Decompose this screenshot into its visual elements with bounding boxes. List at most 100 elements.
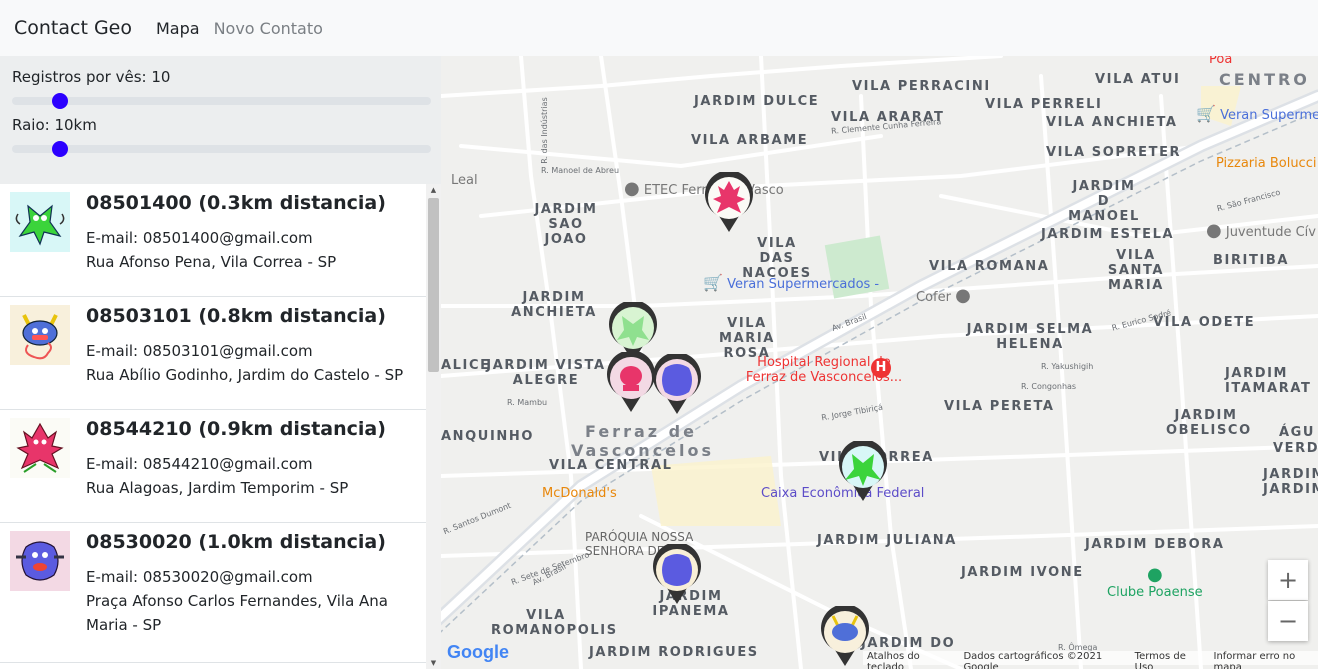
nav-link-mapa[interactable]: Mapa: [156, 19, 200, 38]
district-label: JARDIM IVONE: [961, 565, 1084, 580]
contact-email: E-mail: 08544210@gmail.com: [86, 455, 313, 473]
contact-title: 08530020 (1.0km distancia): [86, 531, 386, 553]
poi-label: Veran Supermercados -: [727, 277, 880, 292]
list-item[interactable]: 08501400 (0.3km distancia) E-mail: 08501…: [0, 184, 426, 297]
scroll-up-arrow-icon[interactable]: ▲: [426, 184, 441, 196]
slider-track: [12, 97, 431, 105]
map-attribution-bar: Atalhos do teclado Dados cartográficos ©…: [863, 651, 1318, 669]
zoom-in-button[interactable]: +: [1268, 560, 1308, 600]
map-pin-icon: ●: [1146, 564, 1163, 585]
purple-blob-monster-icon: [10, 531, 70, 591]
district-label: VILA SOPRETER: [1046, 145, 1182, 160]
list-item[interactable]: 08503101 (0.8km distancia) E-mail: 08503…: [0, 297, 426, 410]
poi-clube-poaense[interactable]: ● Clube Poaense: [1107, 564, 1203, 600]
district-label: VILA PERETA: [944, 399, 1055, 414]
brand-title[interactable]: Contact Geo: [14, 17, 132, 39]
navbar: Contact Geo Mapa Novo Contato: [0, 0, 1318, 56]
district-label: VILA SANTA MARIA: [1107, 248, 1165, 293]
report-error-link[interactable]: Informar erro no mapa: [1214, 651, 1314, 669]
google-logo[interactable]: Google: [447, 642, 509, 663]
contact-marker-pink-monster-icon[interactable]: [703, 172, 755, 234]
poi-mcdonalds[interactable]: McDonald's: [542, 486, 617, 501]
map-pin-icon: ●: [955, 285, 971, 306]
poi-label: Juventude Cív: [1225, 225, 1316, 240]
district-label: JARDIM DEBORA: [1085, 537, 1225, 552]
google-logo-text: Google: [447, 642, 509, 662]
district-label: VILA PERRACINI: [852, 79, 991, 94]
contact-marker-pink-blob-monster-icon[interactable]: [605, 352, 657, 414]
radius-label: Raio: 10km: [12, 116, 97, 134]
contact-email: E-mail: 08501400@gmail.com: [86, 229, 313, 247]
district-label: CENTRO: [1219, 70, 1310, 89]
district-label: ÁGU: [1279, 425, 1316, 440]
list-item[interactable]: 08544210 (0.9km distancia) E-mail: 08544…: [0, 410, 426, 523]
contact-marker-purple-blob-monster-icon[interactable]: [651, 544, 703, 606]
district-label: VILA CENTRAL: [549, 458, 673, 473]
blue-horned-monster-icon: [10, 305, 70, 365]
contact-marker-green-monster-icon[interactable]: [837, 441, 889, 503]
hospital-icon[interactable]: H: [871, 358, 891, 378]
street-label: R. das Indústrias: [539, 97, 549, 164]
green-monster-icon: [10, 192, 70, 252]
list-scrollbar[interactable]: ▲ ▼: [426, 184, 441, 669]
district-label: JARDIM RODRIGUES: [589, 645, 759, 660]
district-label: VILA ARBAME: [691, 133, 809, 148]
district-label: JARDIM PRIMAVERA: [1263, 467, 1318, 482]
street-label: R. Manoel de Abreu: [541, 166, 620, 175]
zoom-out-button[interactable]: −: [1268, 601, 1308, 641]
district-label: VILA ATUI: [1095, 72, 1181, 87]
poi-label: Clube Poaense: [1107, 585, 1203, 600]
scroll-down-arrow-icon[interactable]: ▼: [426, 657, 441, 669]
district-label: JARDIM OBELISCO: [1166, 408, 1252, 438]
district-label: JARDIM PINHEIRO: [1263, 482, 1318, 497]
poi-juventude[interactable]: ● Juventude Cív: [1206, 220, 1316, 241]
district-label: VERDE: [1273, 441, 1318, 456]
district-label: JARDIM ANCHIETA: [511, 290, 597, 320]
map-pin-icon: ●: [624, 178, 640, 199]
contact-email: E-mail: 08530020@gmail.com: [86, 568, 313, 586]
slider-track: [12, 145, 431, 153]
street-label: R. Mambu: [507, 398, 548, 407]
street-label: R. Congonhas: [1021, 382, 1077, 391]
shopping-cart-icon: 🛒: [1196, 104, 1216, 123]
district-label: JARDIM D MANOEL: [1068, 179, 1140, 224]
poi-veran-supermerc[interactable]: 🛒 Veran Supermerc: [1196, 104, 1318, 123]
poi-veran-supermercados[interactable]: 🛒 Veran Supermercados -: [703, 273, 879, 292]
district-label: JARDIM VISTA ALEGRE: [486, 358, 606, 388]
keyboard-shortcuts-link[interactable]: Atalhos do teclado: [867, 651, 949, 669]
poi-poa[interactable]: Poá: [1209, 56, 1232, 67]
contact-marker-purple-blob-monster-icon[interactable]: [651, 354, 703, 416]
district-label: BIRITIBA: [1213, 253, 1290, 268]
district-label: JARDIM JULIANA: [817, 533, 957, 548]
district-label: VILA ROMANA: [929, 259, 1050, 274]
poi-label: Cofer: [916, 290, 951, 305]
poi-pizzaria[interactable]: Pizzaria Bolucci: [1216, 156, 1316, 171]
contact-list[interactable]: 08501400 (0.3km distancia) E-mail: 08501…: [0, 184, 426, 669]
records-per-page-slider[interactable]: [12, 86, 431, 109]
terms-link[interactable]: Termos de Uso: [1135, 651, 1200, 669]
radius-slider[interactable]: [12, 134, 431, 157]
contact-address-line: Maria - SP: [86, 616, 162, 634]
district-label: JARDIM SELMA HELENA: [966, 322, 1094, 352]
district-label: VILA ROMANOPOLIS: [491, 608, 618, 638]
contact-title: 08501400 (0.3km distancia): [86, 192, 386, 214]
nav-link-novo-contato[interactable]: Novo Contato: [214, 19, 323, 38]
sidebar: Registros por vês: 10 Raio: 10km 0850140…: [0, 56, 441, 669]
scrollbar-thumb[interactable]: [428, 198, 439, 372]
contact-email: E-mail: 08503101@gmail.com: [86, 342, 313, 360]
district-label: JARDIM SAO JOAO: [534, 202, 598, 247]
contact-address: Rua Afonso Pena, Vila Correa - SP: [86, 253, 337, 271]
contact-title: 08503101 (0.8km distancia): [86, 305, 386, 327]
map-data-attribution: Dados cartográficos ©2021 Google: [963, 651, 1103, 669]
poi-cofer[interactable]: Cofer ●: [916, 285, 971, 306]
district-label: JARDIM DULCE: [694, 94, 820, 109]
poi-label: Veran Supermerc: [1220, 108, 1318, 123]
contact-address: Rua Abílio Godinho, Jardim do Castelo - …: [86, 366, 404, 384]
filter-controls: Registros por vês: 10 Raio: 10km: [0, 56, 441, 184]
slider-thumb[interactable]: [52, 93, 68, 109]
contact-title: 08544210 (0.9km distancia): [86, 418, 386, 440]
list-item[interactable]: 08530020 (1.0km distancia) E-mail: 08530…: [0, 523, 426, 663]
slider-thumb[interactable]: [52, 141, 68, 157]
map-view[interactable]: JARDIM DULCE VILA PERRACINI VILA ATUI CE…: [441, 56, 1318, 669]
poi-leal[interactable]: Leal: [451, 173, 478, 188]
